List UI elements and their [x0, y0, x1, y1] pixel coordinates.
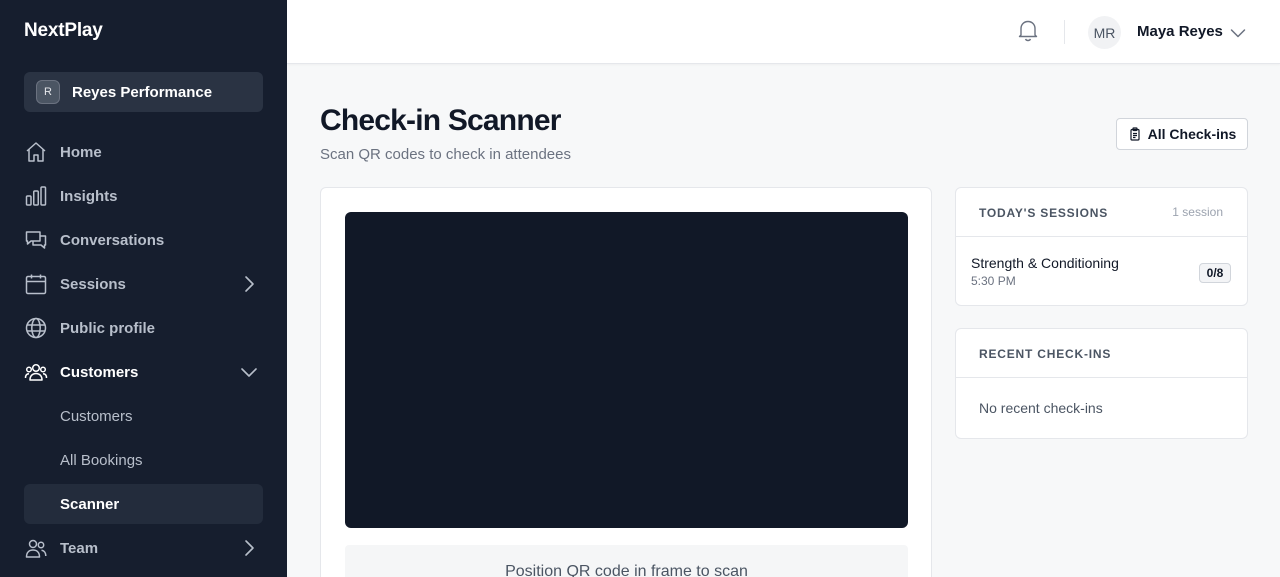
team-icon: [24, 536, 48, 560]
home-icon: [24, 140, 48, 164]
card-heading: TODAY'S SESSIONS: [979, 206, 1109, 220]
sidebar-item-team[interactable]: Team: [24, 528, 263, 568]
todays-sessions-card: TODAY'S SESSIONS 1 session Strength & Co…: [955, 187, 1248, 306]
sidebar-item-label: Public profile: [60, 319, 156, 337]
session-count: 1 session: [1172, 205, 1223, 219]
chat-bubbles-icon: [24, 228, 48, 252]
sidebar-item-label: Home: [60, 143, 102, 161]
sidebar-item-label: Team: [60, 539, 99, 557]
chevron-down-icon[interactable]: [1229, 24, 1247, 42]
sidebar-item-public-profile[interactable]: Public profile: [24, 308, 263, 348]
all-checkins-button[interactable]: All Check-ins: [1116, 118, 1248, 150]
recent-checkins-card: RECENT CHECK-INS No recent check-ins: [955, 328, 1248, 439]
sidebar-item-label: Insights: [60, 187, 118, 205]
sidebar-item-customers[interactable]: Customers: [24, 352, 263, 392]
session-time: 5:30 PM: [971, 274, 1016, 288]
scanner-card: Position QR code in frame to scan: [320, 187, 932, 577]
clipboard-icon: [1130, 127, 1140, 141]
card-header: TODAY'S SESSIONS 1 session: [956, 188, 1247, 237]
bar-chart-icon: [24, 184, 48, 208]
top-bar: [287, 0, 1280, 64]
chevron-down-icon: [241, 368, 257, 377]
sidebar-subitem-all-bookings[interactable]: All Bookings: [24, 440, 263, 480]
sidebar-item-insights[interactable]: Insights: [24, 176, 263, 216]
checkin-count-badge: 0/8: [1199, 263, 1231, 283]
all-checkins-label: All Check-ins: [1147, 126, 1237, 142]
users-icon: [24, 360, 48, 384]
user-name[interactable]: Maya Reyes: [1137, 23, 1223, 40]
chevron-right-icon: [245, 276, 254, 292]
card-header: RECENT CHECK-INS: [956, 329, 1247, 378]
notification-bell-icon[interactable]: [1017, 18, 1039, 42]
globe-icon: [24, 316, 48, 340]
topbar-divider: [1064, 20, 1065, 44]
session-name: Strength & Conditioning: [971, 255, 1119, 271]
sidebar-item-label: Customers: [60, 363, 139, 381]
sidebar-item-home[interactable]: Home: [24, 132, 263, 172]
org-name: Reyes Performance: [72, 83, 213, 101]
session-row[interactable]: Strength & Conditioning 5:30 PM 0/8: [956, 237, 1247, 305]
empty-state: No recent check-ins: [979, 400, 1103, 416]
brand-logo[interactable]: NextPlay: [24, 20, 103, 42]
calendar-icon: [24, 272, 48, 296]
scan-hint: Position QR code in frame to scan: [345, 545, 908, 577]
chevron-right-icon: [245, 540, 254, 556]
sidebar-subitem-scanner[interactable]: Scanner: [24, 484, 263, 524]
sidebar-item-conversations[interactable]: Conversations: [24, 220, 263, 260]
page-title: Check-in Scanner: [320, 104, 561, 137]
sidebar-subitem-customers[interactable]: Customers: [24, 396, 263, 436]
card-heading: RECENT CHECK-INS: [979, 347, 1112, 361]
camera-viewfinder[interactable]: [345, 212, 908, 528]
sidebar-item-label: Sessions: [60, 275, 126, 293]
sidebar-item-sessions[interactable]: Sessions: [24, 264, 263, 304]
sidebar-item-label: Conversations: [60, 231, 165, 249]
org-switcher[interactable]: R Reyes Performance: [24, 72, 263, 112]
sidebar: NextPlay R Reyes Performance Home Insigh…: [0, 0, 287, 577]
page-subtitle: Scan QR codes to check in attendees: [320, 146, 571, 163]
org-badge: R: [36, 80, 60, 104]
avatar[interactable]: MR: [1088, 16, 1121, 49]
